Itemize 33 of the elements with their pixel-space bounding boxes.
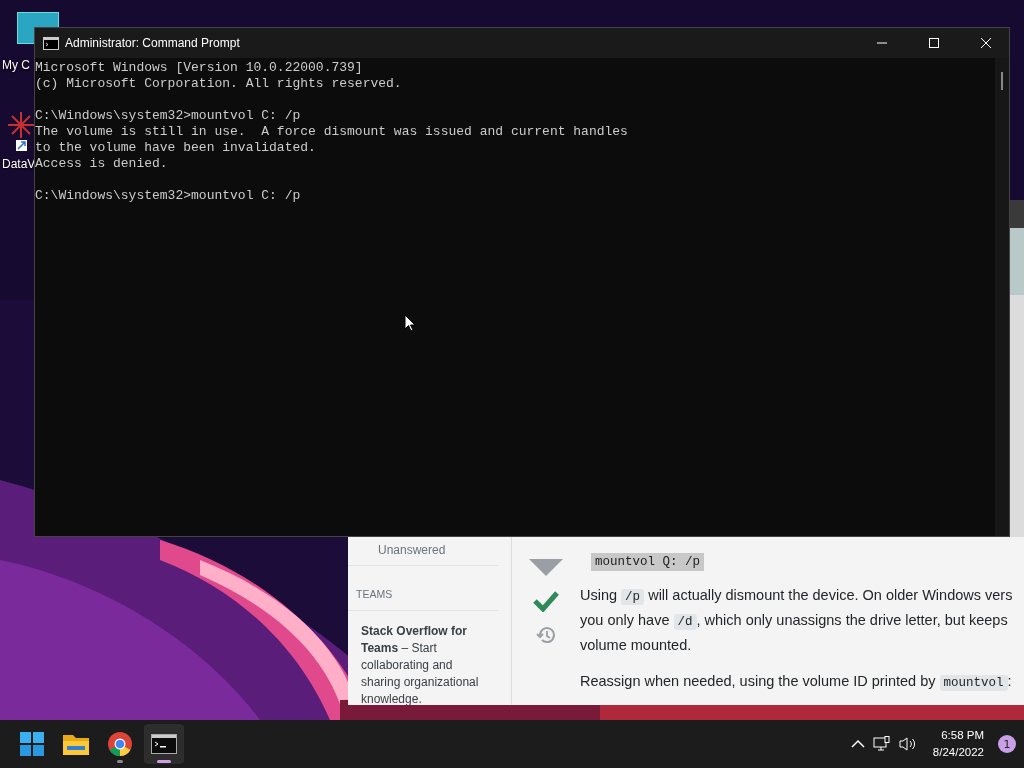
console-line: C:\Windows\system32>mountvol C: /p [35, 108, 302, 124]
answer-text: you only have /d , which only unassigns the drive letter, but keeps [580, 611, 1009, 632]
console-line: Microsoft Windows [Version 10.0.22000.739] [35, 60, 364, 76]
close-icon [980, 37, 992, 49]
console-line: Access is denied. [35, 156, 169, 172]
code-block: mountvol Q: /p [591, 553, 705, 571]
answer-text: Reassign when needed, using the volume ID printed by mountvol : [580, 672, 1013, 693]
maximize-icon [928, 37, 940, 49]
network-icon[interactable] [872, 736, 891, 752]
app-shortcut-icon[interactable] [8, 112, 34, 152]
console-line: The volume is still in use. A force dismount was issued and current handles [35, 124, 629, 140]
answer-text: Using /p will actually dismount the device. On older Windows vers [580, 586, 1014, 607]
answer-text: volume mounted. [580, 636, 693, 655]
window-title: Administrator: Command Prompt [65, 36, 241, 50]
teams-promo-text: Stack Overflow for Teams – Start collaborating and sharing organizational knowledge. [360, 623, 480, 705]
section-heading: TEAMS [348, 566, 499, 611]
console-line: to the volume have been invalidated. [35, 140, 317, 156]
taskbar-app-button[interactable] [144, 724, 184, 764]
terminal-icon [151, 734, 177, 754]
console-line: C:\Windows\system32>mountvol C: /p [35, 188, 302, 204]
console-line: (c) Microsoft Corporation. All rights reserved. [35, 76, 403, 92]
desktop-icon-label[interactable]: My C [2, 58, 30, 72]
mouse-pointer-icon [404, 314, 416, 332]
volume-icon[interactable] [898, 736, 917, 752]
browser-icon [108, 732, 132, 756]
scrollbar[interactable] [995, 58, 1009, 536]
desktop-icon-label[interactable]: DataV [2, 157, 36, 171]
clock[interactable]: 6:58 PM 8/24/2022 [932, 727, 984, 761]
chevron-up-icon[interactable] [850, 739, 865, 749]
notification-badge[interactable]: 1 [998, 735, 1016, 753]
windows-logo-icon [20, 732, 44, 756]
console-icon [43, 36, 59, 50]
folder-icon [63, 733, 89, 755]
